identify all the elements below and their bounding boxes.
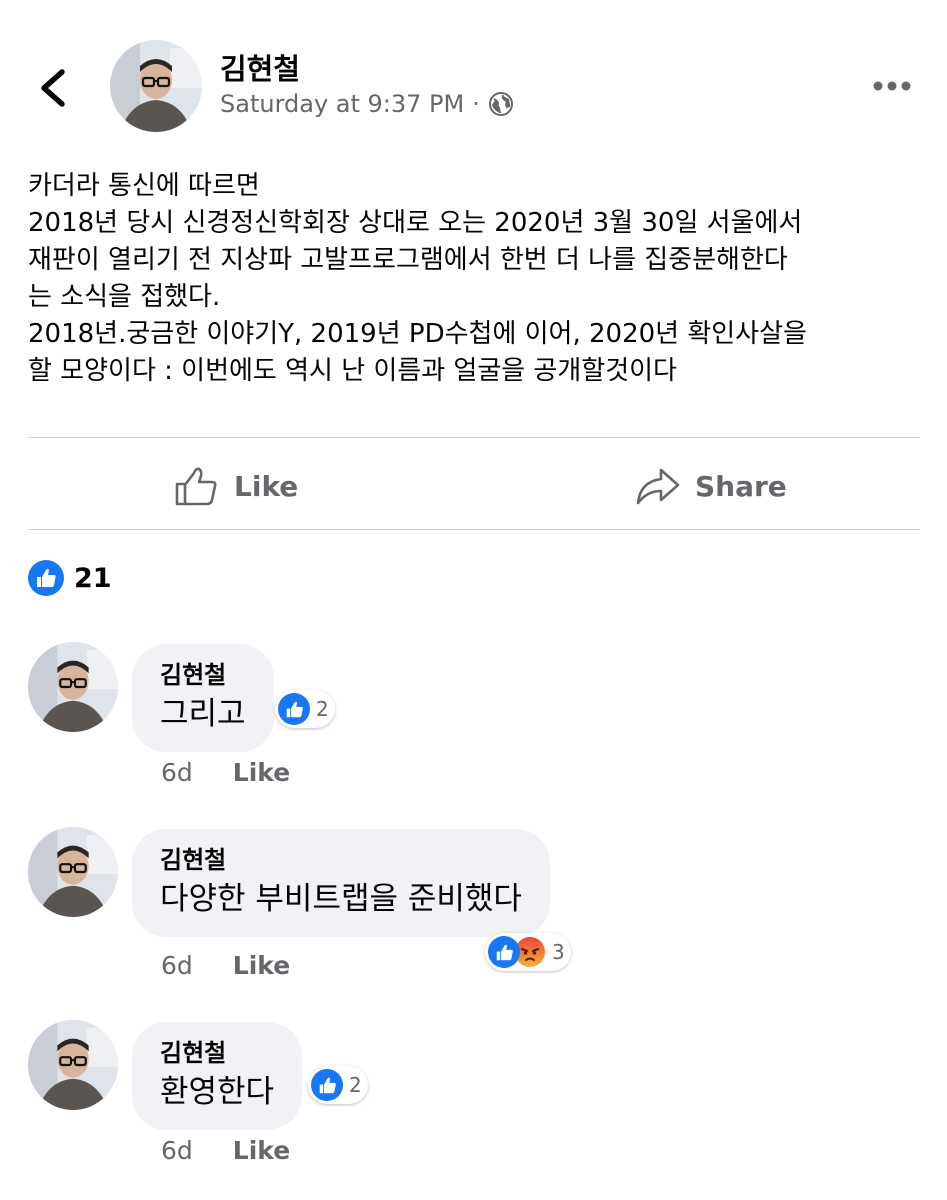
comment-text: 그리고 — [160, 696, 246, 732]
comment-author[interactable]: 김현철 — [160, 660, 246, 690]
reaction-summary[interactable]: 21 — [28, 560, 112, 596]
post-timestamp[interactable]: Saturday at 9:37 PM — [220, 90, 464, 118]
comment-time: 6d — [161, 951, 193, 980]
share-button[interactable]: Share — [635, 462, 787, 510]
comment-reaction-count: 2 — [316, 697, 329, 721]
comment-footer: 6d Like — [161, 1136, 290, 1165]
comment-author[interactable]: 김현철 — [160, 845, 522, 875]
like-reaction-icon — [278, 693, 310, 725]
reaction-count: 21 — [74, 562, 112, 594]
post-screen: 김현철 Saturday at 9:37 PM · 카더라 통신에 따르면 20… — [0, 0, 947, 1200]
comment-time: 6d — [161, 758, 193, 787]
comment-reaction-count: 2 — [349, 1073, 362, 1097]
author-name[interactable]: 김현철 — [220, 46, 300, 88]
comment-reactions[interactable]: 2 — [308, 1066, 368, 1104]
comment-like-button[interactable]: Like — [233, 758, 290, 787]
comment-like-button[interactable]: Like — [233, 1136, 290, 1165]
divider — [28, 529, 920, 530]
comment-text: 환영한다 — [160, 1074, 275, 1110]
more-options-button[interactable] — [872, 74, 912, 98]
chevron-left-icon — [41, 69, 65, 107]
like-reaction-icon — [488, 936, 520, 968]
like-label: Like — [234, 469, 299, 503]
post-line: 는 소식을 접했다. — [28, 282, 221, 312]
post-line: 2018년.궁금한 이야기Y, 2019년 PD수첩에 이어, 2020년 확인… — [28, 319, 807, 349]
post-line: 할 모양이다 : 이번에도 역시 난 이름과 얼굴을 공개할것이다 — [28, 356, 677, 386]
meta-separator: · — [472, 90, 480, 118]
globe-icon — [488, 91, 514, 117]
comment-author[interactable]: 김현철 — [160, 1038, 274, 1068]
like-reaction-icon — [311, 1069, 343, 1101]
back-button[interactable] — [34, 66, 74, 110]
comment-like-button[interactable]: Like — [233, 951, 290, 980]
comment-avatar[interactable] — [28, 1020, 118, 1110]
comment-reactions[interactable]: 2 — [275, 690, 335, 728]
thumbs-up-icon — [175, 467, 217, 506]
post-meta: Saturday at 9:37 PM · — [220, 90, 514, 118]
comment-text: 다양한 부비트랩을 준비했다 — [160, 881, 522, 917]
post-line: 2018년 당시 신경정신학회장 상대로 오는 2020년 3월 30일 서울에… — [28, 208, 803, 238]
comment-time: 6d — [161, 1136, 193, 1165]
post-line: 재판이 열리기 전 지상파 고발프로그램에서 한번 더 나를 집중분해한다 — [28, 245, 788, 275]
comment-bubble[interactable]: 김현철 다양한 부비트랩을 준비했다 — [132, 829, 550, 937]
like-reaction-icon — [28, 560, 64, 596]
comment-footer: 6d Like — [161, 951, 290, 980]
author-avatar[interactable] — [110, 40, 202, 132]
divider — [28, 437, 920, 438]
share-label: Share — [695, 469, 787, 503]
comment-avatar[interactable] — [28, 642, 118, 732]
comment-avatar[interactable] — [28, 827, 118, 917]
comment-bubble[interactable]: 김현철 그리고 — [132, 644, 274, 752]
comment-bubble[interactable]: 김현철 환영한다 — [132, 1022, 303, 1130]
comment-reactions[interactable]: 3 — [485, 933, 571, 971]
share-icon — [636, 468, 680, 505]
comment-footer: 6d Like — [161, 758, 290, 787]
comment-reaction-count: 3 — [552, 940, 565, 964]
like-button[interactable]: Like — [174, 462, 298, 510]
post-text: 카더라 통신에 따르면 2018년 당시 신경정신학회장 상대로 오는 2020… — [28, 168, 928, 390]
more-horizontal-icon — [873, 81, 911, 91]
post-line: 카더라 통신에 따르면 — [28, 171, 260, 201]
